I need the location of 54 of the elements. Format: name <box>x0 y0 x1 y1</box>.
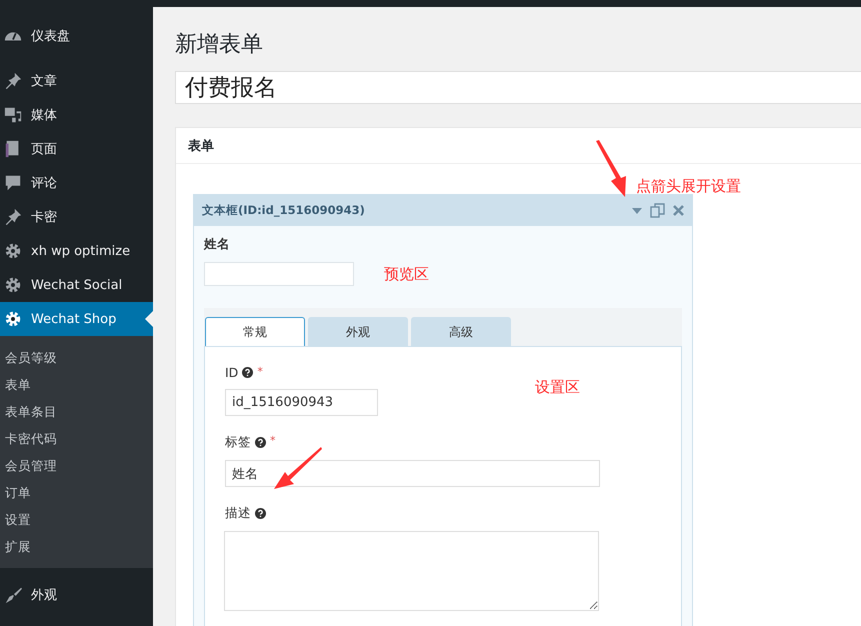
description-textarea[interactable] <box>224 531 599 611</box>
submenu-item[interactable]: 卡密代码 <box>0 425 153 452</box>
sidebar-item[interactable]: 文章 <box>0 64 153 98</box>
submenu-item[interactable]: 表单条目 <box>0 398 153 425</box>
media-icon <box>4 106 22 124</box>
field-label: 姓名 <box>204 236 231 253</box>
field-label: 标签 <box>225 434 251 451</box>
annotation-text: 点箭头展开设置 <box>636 177 741 195</box>
field-label: ID <box>225 365 238 380</box>
tab[interactable]: 常规 <box>205 317 305 346</box>
sidebar-item[interactable]: 仪表盘 <box>0 19 153 53</box>
pushpin-icon <box>4 208 22 226</box>
menu-pointer <box>145 311 153 327</box>
close-icon[interactable] <box>673 205 684 216</box>
sidebar-item[interactable]: Wechat Shop <box>0 302 153 336</box>
pushpin-icon <box>4 72 22 90</box>
sidebar-item[interactable]: 外观 <box>0 578 153 612</box>
preview-input[interactable] <box>204 262 354 286</box>
annotation-text: 设置区 <box>535 378 580 396</box>
sidebar-item[interactable]: 页面 <box>0 132 153 166</box>
annotation-arrow <box>272 446 322 490</box>
widget-title: 文本框(ID:id_1516090943) <box>202 203 366 218</box>
id-input[interactable]: id_1516090943 <box>225 389 378 416</box>
sidebar-item[interactable]: 评论 <box>0 166 153 200</box>
title-field[interactable]: 付费报名 <box>175 71 861 104</box>
caret-down-icon[interactable] <box>632 208 642 214</box>
gear-icon <box>4 276 22 294</box>
sidebar-item[interactable]: Wechat Social <box>0 268 153 302</box>
submenu-item[interactable]: 订单 <box>0 479 153 506</box>
submenu-item[interactable]: 会员等级 <box>0 344 153 371</box>
submenu-item[interactable]: 会员管理 <box>0 452 153 479</box>
gear-icon <box>4 242 22 260</box>
submenu-item[interactable]: 扩展 <box>0 533 153 560</box>
sidebar-item[interactable]: 卡密 <box>0 200 153 234</box>
sidebar-item[interactable]: 媒体 <box>0 98 153 132</box>
gear-icon <box>4 310 22 328</box>
required-asterisk: * <box>257 365 263 378</box>
page-title: 新增表单 <box>175 31 264 59</box>
annotation-text: 预览区 <box>384 264 429 284</box>
annotation-arrow <box>594 140 628 198</box>
comment-icon <box>4 174 22 192</box>
copy-icon[interactable] <box>650 203 665 218</box>
tab[interactable]: 高级 <box>411 317 511 346</box>
submenu-item[interactable]: 表单 <box>0 371 153 398</box>
field-label: 描述 <box>225 505 251 522</box>
help-icon[interactable] <box>242 367 254 378</box>
help-icon[interactable] <box>255 508 266 519</box>
sidebar-item[interactable]: xh wp optimize <box>0 234 153 268</box>
paintbrush-icon <box>4 586 22 604</box>
help-icon[interactable] <box>255 437 266 448</box>
tab[interactable]: 外观 <box>308 317 408 346</box>
submenu-item[interactable]: 设置 <box>0 506 153 533</box>
required-asterisk: * <box>270 434 276 447</box>
label-input[interactable]: 姓名 <box>225 460 600 487</box>
